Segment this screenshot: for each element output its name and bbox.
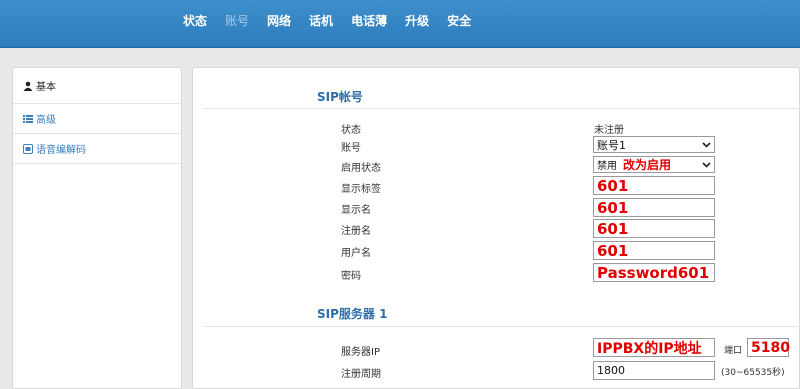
chevron-down-icon: [702, 161, 711, 168]
main-panel: SIP帐号 状态 未注册 账号 账号1 启用状态 禁用 改为启用 显示标签 60…: [192, 67, 800, 389]
password-value: Password601: [597, 263, 710, 282]
port-value: 5180: [751, 339, 790, 356]
account-label: 账号: [341, 143, 361, 154]
port-input[interactable]: 5180: [747, 338, 790, 357]
nav-network[interactable]: 网络: [267, 12, 291, 29]
register-period-value: 1800: [597, 364, 625, 377]
password-label: 密码: [341, 271, 361, 282]
sidebar-item-label: 基本: [36, 82, 56, 93]
display-name-value: 601: [597, 198, 629, 217]
account-select-value: 账号1: [597, 138, 626, 152]
register-name-input[interactable]: 601: [593, 219, 715, 238]
username-value: 601: [597, 241, 629, 260]
server-ip-value: IPPBX的IP地址: [597, 340, 702, 357]
password-input[interactable]: Password601: [593, 263, 715, 282]
list-icon: [23, 114, 33, 124]
display-name-label: 显示名: [341, 205, 371, 216]
main-nav: 状态 账号 网络 话机 电话薄 升级 安全: [183, 12, 489, 29]
port-label: 端口: [724, 346, 743, 356]
sidebar: 基本 高级 语音编解码: [12, 67, 182, 389]
enable-status-label: 启用状态: [341, 163, 381, 174]
sidebar-item-basic[interactable]: 基本: [13, 68, 181, 104]
section-divider: [203, 326, 800, 327]
username-input[interactable]: 601: [593, 241, 715, 260]
register-name-label: 注册名: [341, 226, 371, 237]
register-period-input[interactable]: 1800: [593, 361, 715, 380]
section-divider: [203, 108, 800, 109]
nav-phone[interactable]: 话机: [309, 12, 333, 29]
nav-phonebook[interactable]: 电话薄: [351, 12, 387, 29]
sip-account-section-title: SIP帐号: [317, 90, 363, 104]
display-tag-input[interactable]: 601: [593, 176, 715, 195]
nav-status[interactable]: 状态: [183, 12, 207, 29]
codec-icon: [23, 143, 33, 154]
display-tag-value: 601: [597, 176, 629, 195]
account-select[interactable]: 账号1: [593, 136, 715, 153]
sidebar-item-advanced[interactable]: 高级: [13, 104, 181, 134]
username-label: 用户名: [341, 248, 371, 259]
display-tag-label: 显示标签: [341, 184, 381, 195]
enable-status-select[interactable]: 禁用 改为启用: [593, 156, 715, 173]
enable-status-value: 禁用: [597, 161, 617, 172]
display-name-input[interactable]: 601: [593, 198, 715, 217]
nav-security[interactable]: 安全: [447, 12, 471, 29]
top-navigation-bar: 状态 账号 网络 话机 电话薄 升级 安全: [0, 0, 800, 48]
server-ip-label: 服务器IP: [341, 347, 380, 358]
register-name-value: 601: [597, 219, 629, 238]
register-period-label: 注册周期: [341, 369, 381, 380]
sidebar-item-label: 语音编解码: [36, 145, 86, 156]
enable-annotation: 改为启用: [623, 158, 672, 172]
chevron-down-icon: [702, 141, 711, 148]
user-icon: [23, 81, 33, 91]
nav-upgrade[interactable]: 升级: [405, 12, 429, 29]
server-ip-input[interactable]: IPPBX的IP地址: [593, 338, 715, 357]
nav-account[interactable]: 账号: [225, 12, 249, 29]
sidebar-item-codec[interactable]: 语音编解码: [13, 134, 181, 164]
register-period-hint: (30~65535秒): [721, 368, 785, 378]
status-value: 未注册: [594, 125, 624, 136]
sidebar-item-label: 高级: [36, 115, 56, 126]
status-label: 状态: [341, 125, 361, 136]
sip-server-section-title: SIP服务器 1: [317, 307, 388, 321]
